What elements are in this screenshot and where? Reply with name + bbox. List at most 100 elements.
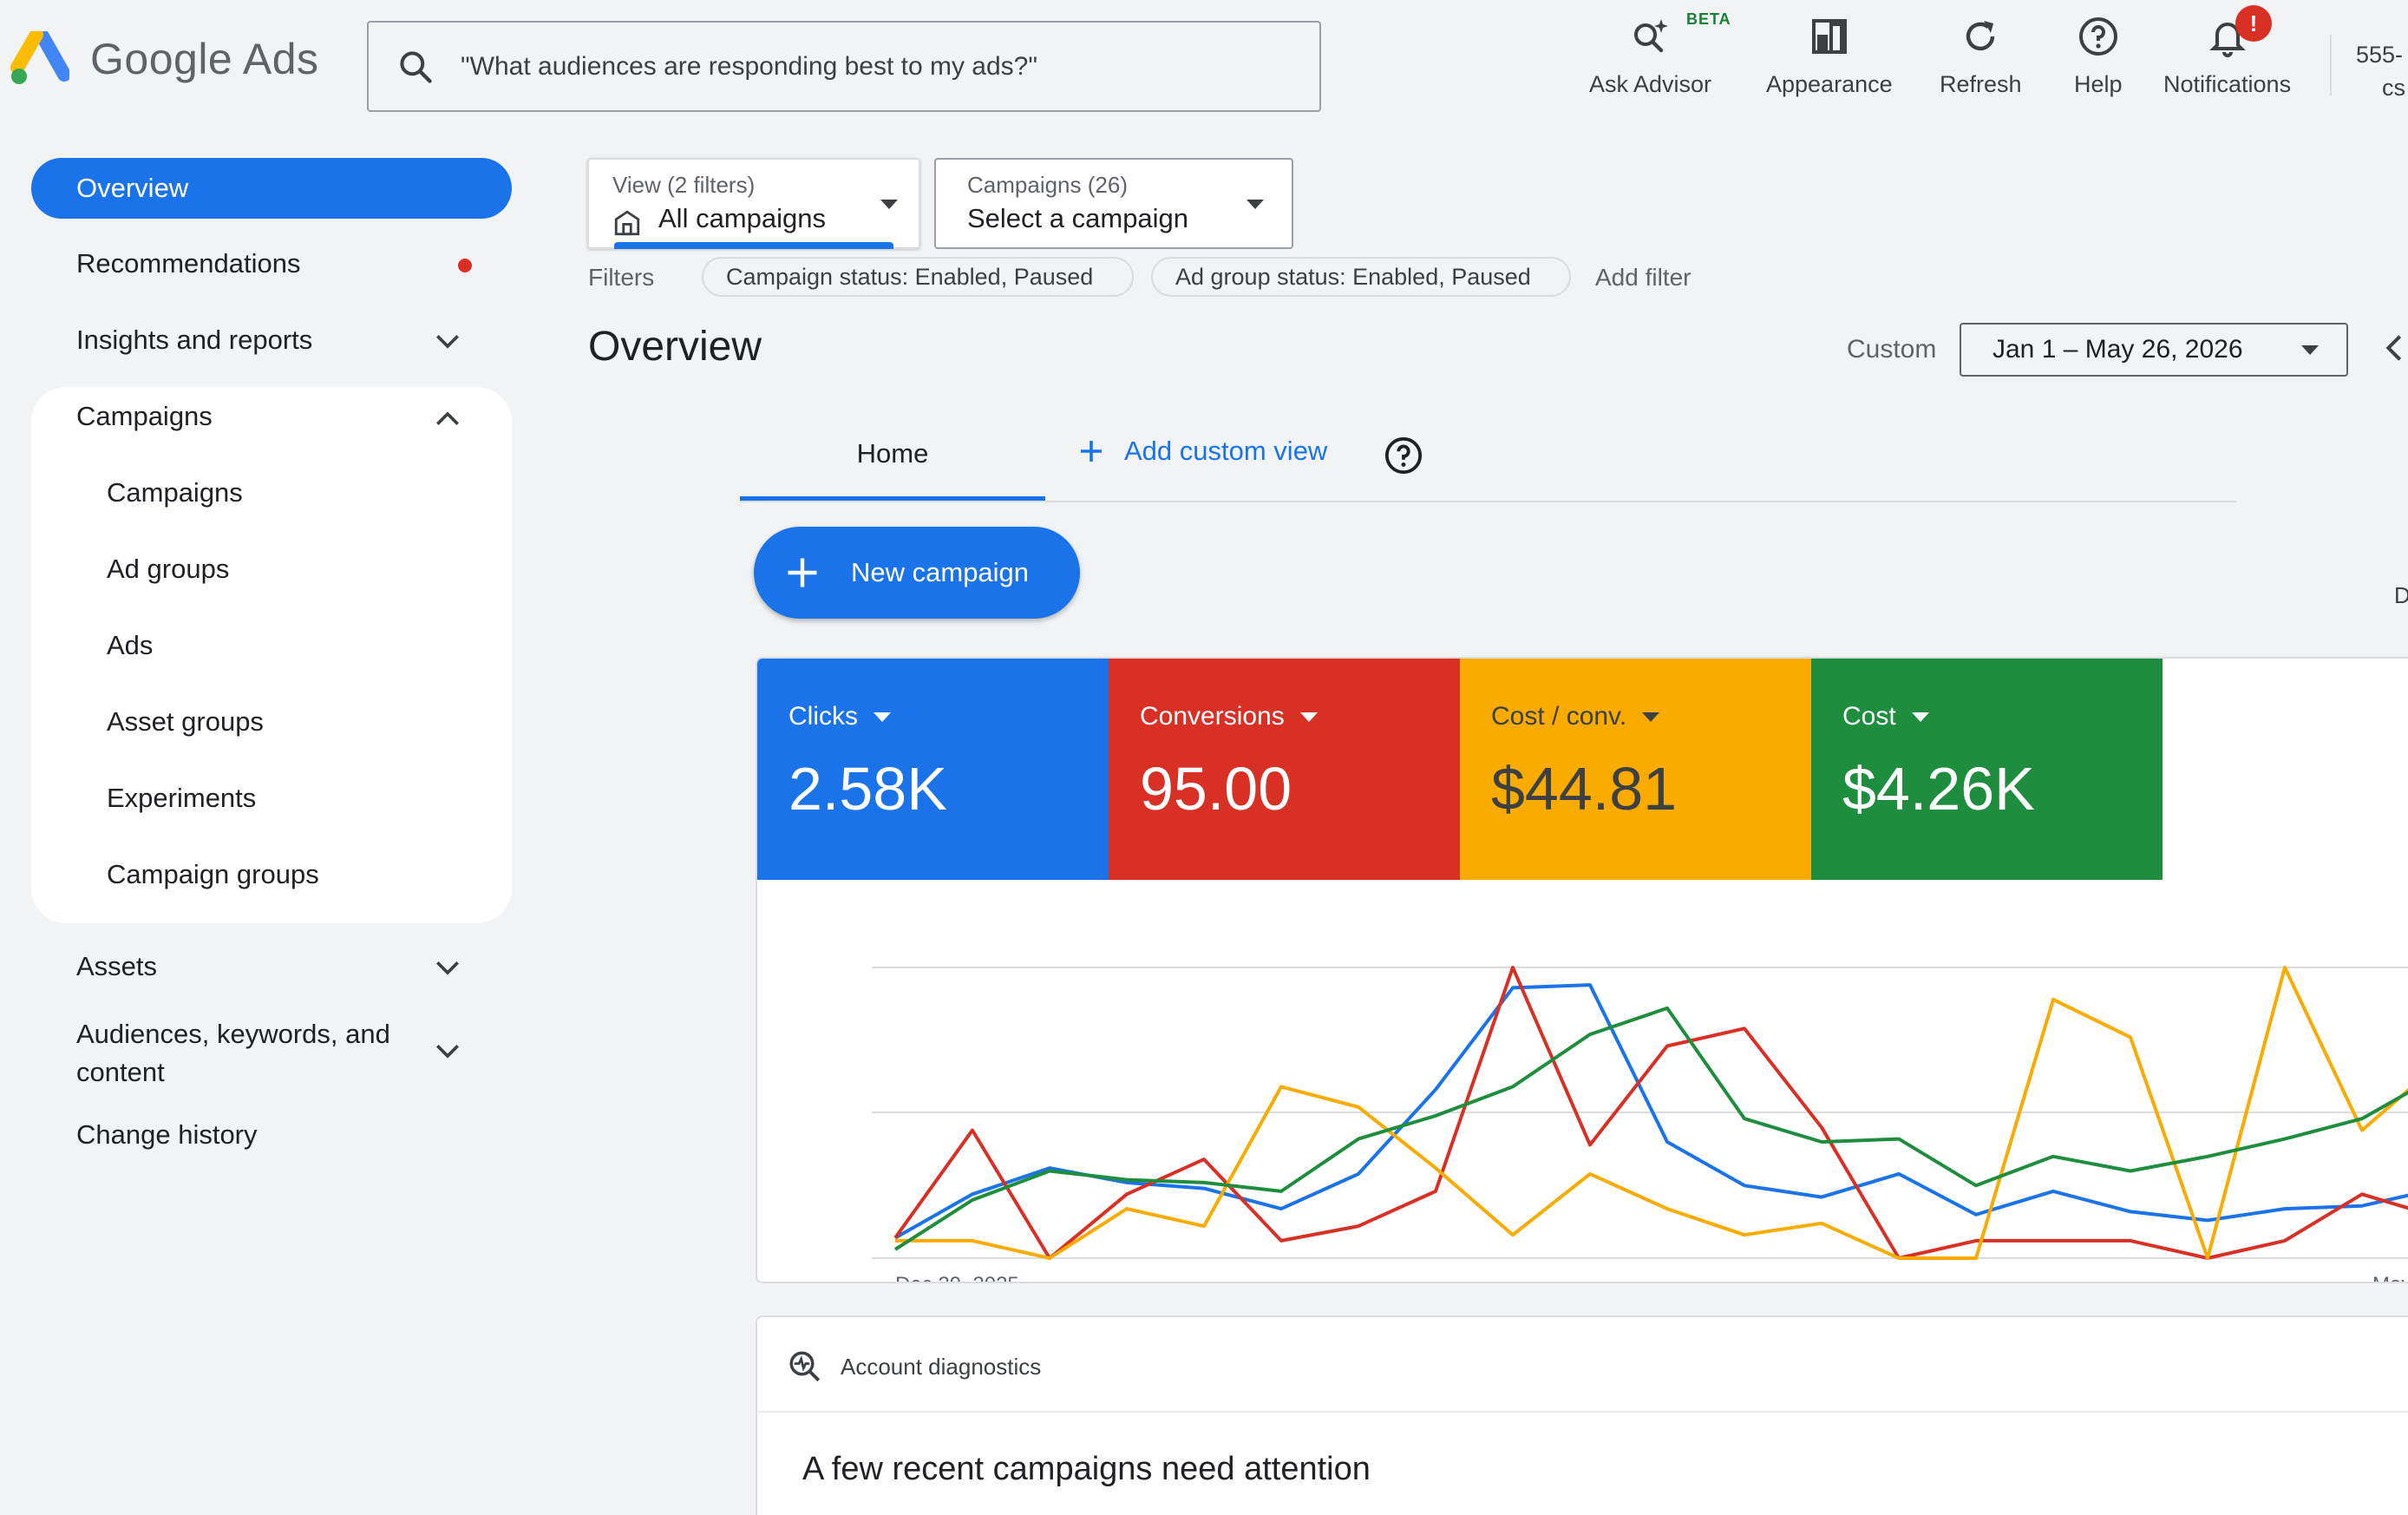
account-name-text: cs xyxy=(2382,75,2405,101)
building-icon xyxy=(614,210,640,236)
sidebar-item-label: Change history xyxy=(76,1119,258,1150)
metric-label: Cost / conv. xyxy=(1491,702,1627,731)
campaign-count: Campaigns (26) xyxy=(967,172,1128,198)
filter-chip-campaign-status[interactable]: Campaign status: Enabled, Paused xyxy=(702,257,1134,297)
help-button[interactable]: Help xyxy=(2074,16,2123,98)
sidebar-item-label: Audiences, keywords, and xyxy=(76,1019,390,1049)
metric-value: 2.58K xyxy=(788,755,947,823)
sidebar-subitem-campaigns[interactable]: Campaigns xyxy=(107,477,243,508)
account-info[interactable]: 555- cs xyxy=(2356,38,2405,104)
diagnostics-search-icon xyxy=(789,1351,821,1382)
header-divider xyxy=(2330,35,2332,95)
view-selector-active-indicator xyxy=(614,242,893,249)
view-selector[interactable]: View (2 filters) All campaigns xyxy=(587,158,920,249)
add-filter-link[interactable]: Add filter xyxy=(1595,264,1691,292)
line-chart: Dec 29, 2025 May xyxy=(872,966,2408,1283)
sidebar-item-audiences[interactable]: Audiences, keywords, and content xyxy=(76,1015,390,1092)
metric-card-clicks[interactable]: Clicks 2.58K xyxy=(757,659,1109,880)
add-custom-view-button[interactable]: Add custom view xyxy=(1076,436,1327,467)
date-range-picker[interactable]: Jan 1 – May 26, 2026 xyxy=(1960,323,2348,377)
filters-label: Filters xyxy=(588,264,655,291)
date-range-type-label: Custom xyxy=(1847,335,1937,364)
download-label: Down xyxy=(2394,582,2408,608)
refresh-button[interactable]: Refresh xyxy=(1940,16,2022,98)
help-icon xyxy=(2078,17,2117,56)
search-bar[interactable] xyxy=(367,21,1321,112)
sidebar-item-change-history[interactable]: Change history xyxy=(76,1119,258,1151)
sidebar-item-label: Insights and reports xyxy=(76,325,313,355)
advisor-sparkle-search-icon xyxy=(1633,19,1668,53)
sidebar-subitem-asset-groups[interactable]: Asset groups xyxy=(107,706,264,738)
help-circle-icon[interactable] xyxy=(1384,436,1423,475)
view-selected-value: All campaigns xyxy=(658,203,826,233)
metric-label: Cost xyxy=(1842,702,1896,731)
chevron-down-icon[interactable] xyxy=(430,951,465,986)
page-title: Overview xyxy=(588,324,762,370)
chevron-up-icon[interactable] xyxy=(430,401,465,436)
sidebar-item-label: Recommendations xyxy=(76,248,301,279)
metric-card-cost-per-conversion[interactable]: Cost / conv. $44.81 xyxy=(1460,659,1811,880)
account-id-text: 555- xyxy=(2356,42,2404,68)
dropdown-arrow-icon xyxy=(880,200,898,209)
metric-card-conversions[interactable]: Conversions 95.00 xyxy=(1109,659,1460,880)
account-diagnostics-card: Account diagnostics A few recent campaig… xyxy=(756,1315,2408,1515)
diagnostics-message: A few recent campaigns need attention xyxy=(802,1451,1371,1487)
dropdown-arrow-icon xyxy=(1911,712,1929,722)
beta-badge: BETA xyxy=(1686,10,1731,28)
notifications-label: Notifications xyxy=(2163,71,2292,97)
sidebar-subitem-ads[interactable]: Ads xyxy=(107,630,153,661)
campaign-selector[interactable]: Campaigns (26) Select a campaign xyxy=(934,158,1293,249)
google-ads-logo[interactable]: Google Ads xyxy=(9,31,319,87)
metric-value: $4.26K xyxy=(1842,755,2035,823)
diagnostics-divider xyxy=(757,1411,2408,1413)
chip-label: Ad group status: Enabled, Paused xyxy=(1175,263,1531,290)
new-campaign-button[interactable]: New campaign xyxy=(754,527,1080,619)
sidebar-item-recommendations[interactable]: Recommendations xyxy=(76,248,300,279)
campaigns-nav-panel xyxy=(31,387,512,923)
chip-label: Campaign status: Enabled, Paused xyxy=(726,263,1094,290)
help-label: Help xyxy=(2074,71,2123,97)
chevron-left-icon[interactable] xyxy=(2377,328,2408,368)
refresh-icon xyxy=(1966,21,1995,51)
diagnostics-title: Account diagnostics xyxy=(841,1353,1042,1380)
plus-icon xyxy=(788,558,817,587)
sidebar-subitem-experiments[interactable]: Experiments xyxy=(107,783,256,814)
dropdown-arrow-icon xyxy=(1247,200,1264,209)
sidebar-item-label: Campaigns xyxy=(76,401,213,431)
appearance-button[interactable]: Appearance xyxy=(1766,16,1893,98)
add-custom-view-label: Add custom view xyxy=(1124,436,1328,466)
tabs-divider xyxy=(740,501,2236,502)
notification-alert-badge: ! xyxy=(2235,5,2272,42)
tab-label: Home xyxy=(856,438,929,469)
tab-home[interactable]: Home xyxy=(740,438,1045,469)
metric-card-cost[interactable]: Cost $4.26K xyxy=(1811,659,2163,880)
sidebar-item-label: Assets xyxy=(76,951,158,981)
dropdown-arrow-icon xyxy=(874,712,891,722)
sidebar-item-assets[interactable]: Assets xyxy=(76,951,157,982)
notifications-button[interactable]: Notifications xyxy=(2163,16,2291,98)
diagnostics-header[interactable]: Account diagnostics xyxy=(787,1348,1041,1385)
metric-value: 95.00 xyxy=(1140,755,1292,823)
recommendations-notification-dot xyxy=(458,259,472,272)
metric-value: $44.81 xyxy=(1491,755,1678,823)
filter-chip-ad-group-status[interactable]: Ad group status: Enabled, Paused xyxy=(1151,257,1571,297)
download-button[interactable]: Down xyxy=(2342,534,2408,609)
dropdown-arrow-icon xyxy=(1299,712,1318,722)
search-input[interactable] xyxy=(461,51,1285,82)
appearance-label: Appearance xyxy=(1766,71,1893,97)
chevron-down-icon[interactable] xyxy=(430,325,465,359)
sidebar-item-insights[interactable]: Insights and reports xyxy=(76,325,312,356)
sidebar-subitem-ad-groups[interactable]: Ad groups xyxy=(107,554,229,585)
sidebar-item-campaigns-section[interactable]: Campaigns xyxy=(76,401,213,432)
metric-label: Conversions xyxy=(1140,702,1285,731)
view-filter-count: View (2 filters) xyxy=(612,172,756,198)
sidebar-item-overview[interactable]: Overview xyxy=(31,158,512,219)
campaign-selected-value: Select a campaign xyxy=(967,203,1189,233)
ask-advisor-label: Ask Advisor xyxy=(1589,71,1712,97)
search-icon xyxy=(400,50,432,83)
sidebar-item-label: Overview xyxy=(76,173,189,203)
sidebar-subitem-campaign-groups[interactable]: Campaign groups xyxy=(107,859,319,890)
x-axis-start-label: Dec 29, 2025 xyxy=(895,1273,1019,1283)
chevron-down-icon[interactable] xyxy=(430,1034,465,1069)
dropdown-arrow-icon xyxy=(1642,712,1660,722)
